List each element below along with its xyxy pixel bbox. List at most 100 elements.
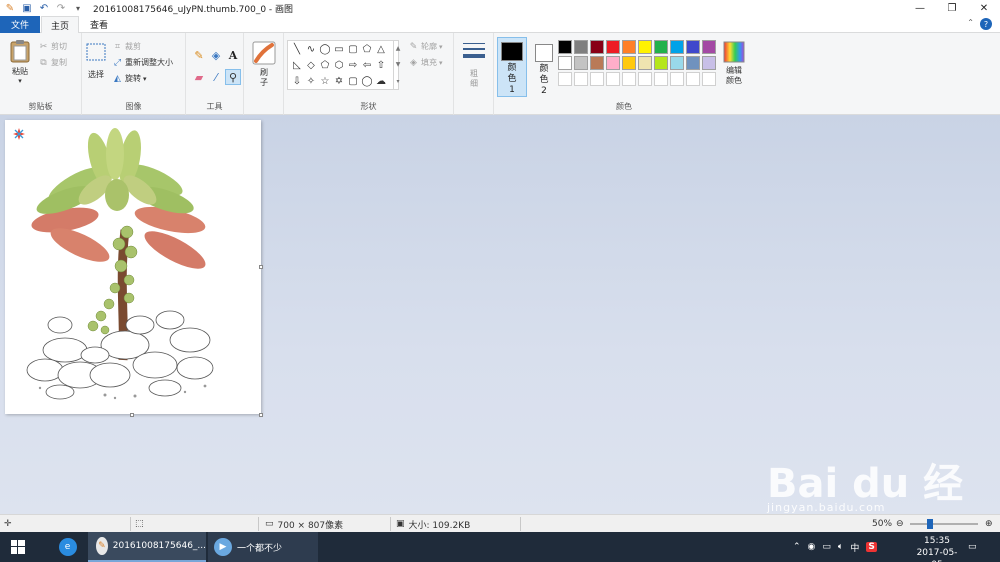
palette-swatch[interactable]: [654, 40, 668, 54]
copy-button[interactable]: ⧉ 复制: [38, 57, 67, 68]
left-arrow-shape-icon[interactable]: ⇦: [360, 58, 374, 72]
palette-empty-slot[interactable]: [622, 72, 636, 86]
five-point-star-shape-icon[interactable]: ☆: [318, 74, 332, 88]
palette-swatch[interactable]: [686, 56, 700, 70]
right-arrow-shape-icon[interactable]: ⇨: [346, 58, 360, 72]
palette-swatch[interactable]: [590, 56, 604, 70]
up-arrow-shape-icon[interactable]: ⇧: [374, 58, 388, 72]
volume-icon[interactable]: 🔈︎: [838, 542, 843, 552]
sogou-ime-icon[interactable]: S: [866, 542, 877, 552]
magnifier-icon[interactable]: ⚲: [225, 69, 241, 85]
palette-swatch[interactable]: [606, 56, 620, 70]
rotate-dropdown-icon[interactable]: ▾: [143, 75, 147, 83]
taskbar-player[interactable]: ▶ 一个都不少: [208, 532, 318, 562]
windows-start-icon[interactable]: [0, 532, 36, 562]
clock[interactable]: 15:35 2017-05-05: [912, 535, 962, 562]
curve-shape-icon[interactable]: ∿: [304, 42, 318, 56]
palette-empty-slot[interactable]: [670, 72, 684, 86]
cut-button[interactable]: ✂ 剪切: [38, 41, 67, 52]
hexagon-shape-icon[interactable]: ⬡: [332, 58, 346, 72]
tab-home[interactable]: 主页: [41, 16, 79, 34]
palette-empty-slot[interactable]: [702, 72, 716, 86]
text-tool-icon[interactable]: A: [225, 47, 241, 63]
zoom-slider-thumb[interactable]: [927, 519, 933, 529]
oval-callout-shape-icon[interactable]: ◯: [360, 74, 374, 88]
palette-swatch[interactable]: [638, 40, 652, 54]
palette-empty-slot[interactable]: [558, 72, 572, 86]
palette-swatch[interactable]: [622, 56, 636, 70]
redo-icon[interactable]: ↷: [54, 1, 68, 15]
shapes-scroll[interactable]: ▲ ▼ ▾: [393, 40, 402, 90]
taskbar-browser[interactable]: e: [55, 532, 85, 562]
palette-swatch[interactable]: [574, 40, 588, 54]
qq-icon[interactable]: ◉: [808, 542, 816, 552]
edit-colors-button[interactable]: 编辑颜色: [720, 41, 748, 86]
expand-gallery-icon[interactable]: ▾: [396, 78, 399, 85]
paste-dropdown-icon[interactable]: ▾: [18, 77, 22, 85]
paste-button[interactable]: 粘贴 ▾: [5, 39, 35, 85]
palette-swatch[interactable]: [686, 40, 700, 54]
palette-swatch[interactable]: [670, 56, 684, 70]
save-icon[interactable]: ▣: [20, 1, 34, 15]
palette-swatch[interactable]: [558, 56, 572, 70]
palette-swatch[interactable]: [654, 56, 668, 70]
palette-empty-slot[interactable]: [686, 72, 700, 86]
palette-empty-slot[interactable]: [654, 72, 668, 86]
pencil-icon[interactable]: ✎: [191, 47, 207, 63]
tab-file[interactable]: 文件: [0, 16, 40, 33]
palette-swatch[interactable]: [558, 40, 572, 54]
cloud-callout-shape-icon[interactable]: ☁: [374, 74, 388, 88]
palette-swatch[interactable]: [702, 40, 716, 54]
taskbar-paint[interactable]: ✎ 20161008175646_...: [88, 532, 206, 562]
palette-swatch[interactable]: [590, 40, 604, 54]
right-triangle-shape-icon[interactable]: ◺: [290, 58, 304, 72]
eraser-icon[interactable]: ▰: [191, 69, 207, 85]
crop-button[interactable]: ⌗ 裁剪: [112, 41, 141, 52]
outline-button[interactable]: ✎ 轮廓 ▾: [408, 41, 443, 52]
select-button[interactable]: 选择: [84, 43, 108, 80]
zoom-slider-track[interactable]: [910, 523, 978, 525]
color1-button[interactable]: 颜色 1: [497, 37, 527, 97]
notification-icon[interactable]: ▭: [968, 532, 977, 562]
diamond-shape-icon[interactable]: ◇: [304, 58, 318, 72]
resize-handle-right[interactable]: [259, 265, 263, 269]
four-point-star-shape-icon[interactable]: ✧: [304, 74, 318, 88]
fill-bucket-icon[interactable]: ◈: [208, 47, 224, 63]
rectangle-shape-icon[interactable]: ▭: [332, 42, 346, 56]
scroll-up-icon[interactable]: ▲: [396, 45, 401, 52]
resize-button[interactable]: ⤢ 重新调整大小: [112, 57, 173, 68]
palette-swatch[interactable]: [702, 56, 716, 70]
drawing-canvas[interactable]: [5, 120, 261, 414]
triangle-shape-icon[interactable]: △: [374, 42, 388, 56]
fill-button[interactable]: ◈ 填充 ▾: [408, 57, 442, 68]
palette-swatch[interactable]: [606, 40, 620, 54]
color-picker-icon[interactable]: ⁄: [208, 69, 224, 85]
collapse-ribbon-icon[interactable]: ⌃: [967, 18, 974, 27]
zoom-in-icon[interactable]: ⊕: [985, 515, 993, 533]
palette-swatch[interactable]: [574, 56, 588, 70]
help-icon[interactable]: ?: [980, 18, 992, 30]
palette-swatch[interactable]: [622, 40, 636, 54]
resize-handle-corner[interactable]: [259, 413, 263, 417]
tray-expand-icon[interactable]: ⌃: [793, 542, 801, 552]
maximize-button[interactable]: ❐: [936, 0, 968, 16]
minimize-button[interactable]: —: [904, 0, 936, 16]
rounded-callout-shape-icon[interactable]: ▢: [346, 74, 360, 88]
oval-shape-icon[interactable]: ◯: [318, 42, 332, 56]
palette-empty-slot[interactable]: [606, 72, 620, 86]
polygon-shape-icon[interactable]: ⬠: [360, 42, 374, 56]
color2-button[interactable]: 颜色 2: [530, 37, 558, 97]
ime-indicator[interactable]: 中: [850, 541, 859, 554]
customize-qat-icon[interactable]: ▾: [71, 1, 85, 15]
pentagon-shape-icon[interactable]: ⬠: [318, 58, 332, 72]
close-button[interactable]: ✕: [968, 0, 1000, 16]
undo-icon[interactable]: ↶: [37, 1, 51, 15]
line-shape-icon[interactable]: ╲: [290, 42, 304, 56]
tab-view[interactable]: 查看: [80, 16, 118, 33]
zoom-out-icon[interactable]: ⊖: [896, 515, 904, 533]
size-button[interactable]: 粗细: [460, 41, 488, 89]
brushes-button[interactable]: 刷子: [250, 41, 278, 88]
palette-swatch[interactable]: [670, 40, 684, 54]
palette-empty-slot[interactable]: [574, 72, 588, 86]
rotate-button[interactable]: ◭ 旋转 ▾: [112, 73, 147, 84]
